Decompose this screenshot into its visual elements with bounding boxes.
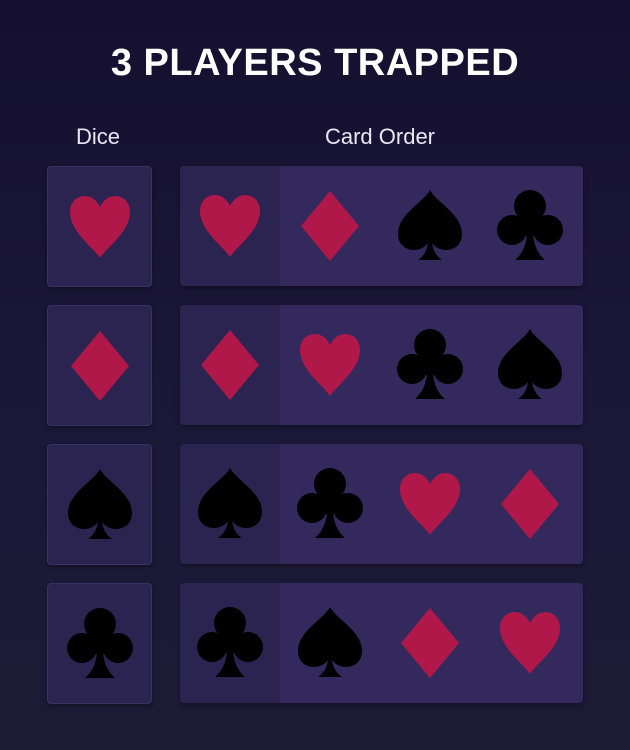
card-slot bbox=[280, 305, 380, 425]
spade-icon bbox=[67, 468, 132, 541]
diamond-icon bbox=[201, 330, 259, 400]
card-slot bbox=[280, 166, 380, 286]
trap-row bbox=[0, 305, 630, 426]
trap-row bbox=[0, 444, 630, 565]
card-order-panel bbox=[180, 583, 583, 703]
heart-icon bbox=[200, 195, 260, 257]
club-icon bbox=[497, 190, 563, 262]
diamond-icon bbox=[501, 469, 559, 539]
card-slot-current bbox=[180, 166, 280, 286]
card-slot bbox=[280, 583, 380, 703]
heart-icon bbox=[400, 473, 460, 535]
dice-column-header: Dice bbox=[75, 124, 120, 149]
card-slot bbox=[380, 583, 480, 703]
heart-icon bbox=[300, 334, 360, 396]
card-slot bbox=[480, 305, 580, 425]
card-slot-current bbox=[180, 583, 280, 703]
diamond-icon bbox=[401, 608, 459, 678]
card-order-column-header: Card Order bbox=[324, 124, 436, 149]
spade-icon bbox=[398, 190, 462, 262]
heart-icon bbox=[500, 612, 560, 674]
spade-icon bbox=[298, 607, 362, 679]
dice-tile bbox=[47, 444, 152, 565]
card-slot bbox=[480, 444, 580, 564]
club-icon bbox=[66, 607, 133, 680]
club-icon bbox=[297, 468, 363, 540]
card-slot-current bbox=[180, 444, 280, 564]
card-order-panel bbox=[180, 166, 583, 286]
heart-icon bbox=[69, 195, 130, 258]
diamond-icon bbox=[70, 330, 129, 401]
spade-icon bbox=[498, 329, 562, 401]
diamond-icon bbox=[301, 191, 359, 261]
card-order-panel bbox=[180, 444, 583, 564]
dice-tile bbox=[47, 305, 152, 426]
club-icon bbox=[197, 607, 263, 679]
card-order-panel bbox=[180, 305, 583, 425]
card-slot bbox=[380, 166, 480, 286]
card-slot bbox=[380, 444, 480, 564]
dice-tile bbox=[47, 583, 152, 704]
card-slot bbox=[380, 305, 480, 425]
club-icon bbox=[397, 329, 463, 401]
card-slot bbox=[480, 583, 580, 703]
dice-tile bbox=[47, 166, 152, 287]
card-slot-current bbox=[180, 305, 280, 425]
spade-icon bbox=[198, 468, 262, 540]
page-title: 3 PLAYERS TRAPPED bbox=[110, 42, 520, 84]
card-slot bbox=[480, 166, 580, 286]
trap-row bbox=[0, 583, 630, 704]
trap-row bbox=[0, 166, 630, 287]
card-slot bbox=[280, 444, 380, 564]
